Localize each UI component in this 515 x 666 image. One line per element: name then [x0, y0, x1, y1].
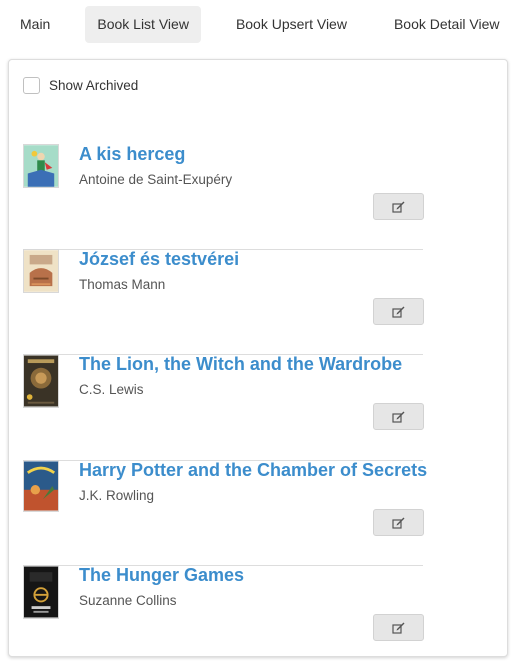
book-title[interactable]: The Lion, the Witch and the Wardrobe — [79, 354, 402, 375]
book-item: The Lion, the Witch and the Wardrobe C.S… — [23, 354, 424, 461]
edit-icon — [392, 411, 405, 423]
book-item: The Hunger Games Suzanne Collins — [23, 565, 424, 645]
book-item: A kis herceg Antoine de Saint-Exupéry — [23, 144, 424, 250]
tab-book-upsert-view[interactable]: Book Upsert View — [224, 6, 359, 43]
edit-button[interactable] — [373, 509, 424, 536]
book-title[interactable]: A kis herceg — [79, 144, 185, 165]
show-archived-checkbox[interactable] — [23, 76, 40, 94]
edit-icon — [392, 306, 405, 318]
harry-potter-cover-icon[interactable] — [23, 460, 59, 512]
book-author: J.K. Rowling — [79, 488, 155, 503]
book-title[interactable]: Harry Potter and the Chamber of Secrets — [79, 460, 427, 481]
edit-button[interactable] — [373, 614, 424, 641]
nav-tabs: Main Book List View Book Upsert View Boo… — [8, 6, 512, 43]
book-author: Thomas Mann — [79, 277, 166, 292]
joseph-brothers-cover-icon[interactable] — [23, 249, 59, 293]
book-item: Harry Potter and the Chamber of Secrets … — [23, 460, 427, 566]
edit-icon — [392, 622, 405, 634]
tab-book-list-view[interactable]: Book List View — [85, 6, 201, 43]
tab-main[interactable]: Main — [8, 6, 62, 43]
lion-witch-cover-icon[interactable] — [23, 354, 59, 408]
book-list-panel: Show Archived A kis herceg Antoine de Sa… — [8, 59, 508, 657]
tab-book-detail-view[interactable]: Book Detail View — [382, 6, 512, 43]
book-title[interactable]: The Hunger Games — [79, 565, 244, 586]
edit-button[interactable] — [373, 403, 424, 430]
edit-button[interactable] — [373, 298, 424, 325]
show-archived-label: Show Archived — [49, 77, 139, 93]
edit-icon — [392, 517, 405, 529]
show-archived-toggle[interactable]: Show Archived — [23, 75, 138, 95]
edit-button[interactable] — [373, 193, 424, 220]
edit-icon — [392, 201, 405, 213]
book-author: C.S. Lewis — [79, 382, 144, 397]
hunger-games-cover-icon[interactable] — [23, 565, 59, 619]
book-title[interactable]: József és testvérei — [79, 249, 239, 270]
little-prince-cover-icon[interactable] — [23, 144, 59, 188]
book-author: Suzanne Collins — [79, 593, 177, 608]
book-author: Antoine de Saint-Exupéry — [79, 172, 233, 187]
book-item: József és testvérei Thomas Mann — [23, 249, 424, 355]
